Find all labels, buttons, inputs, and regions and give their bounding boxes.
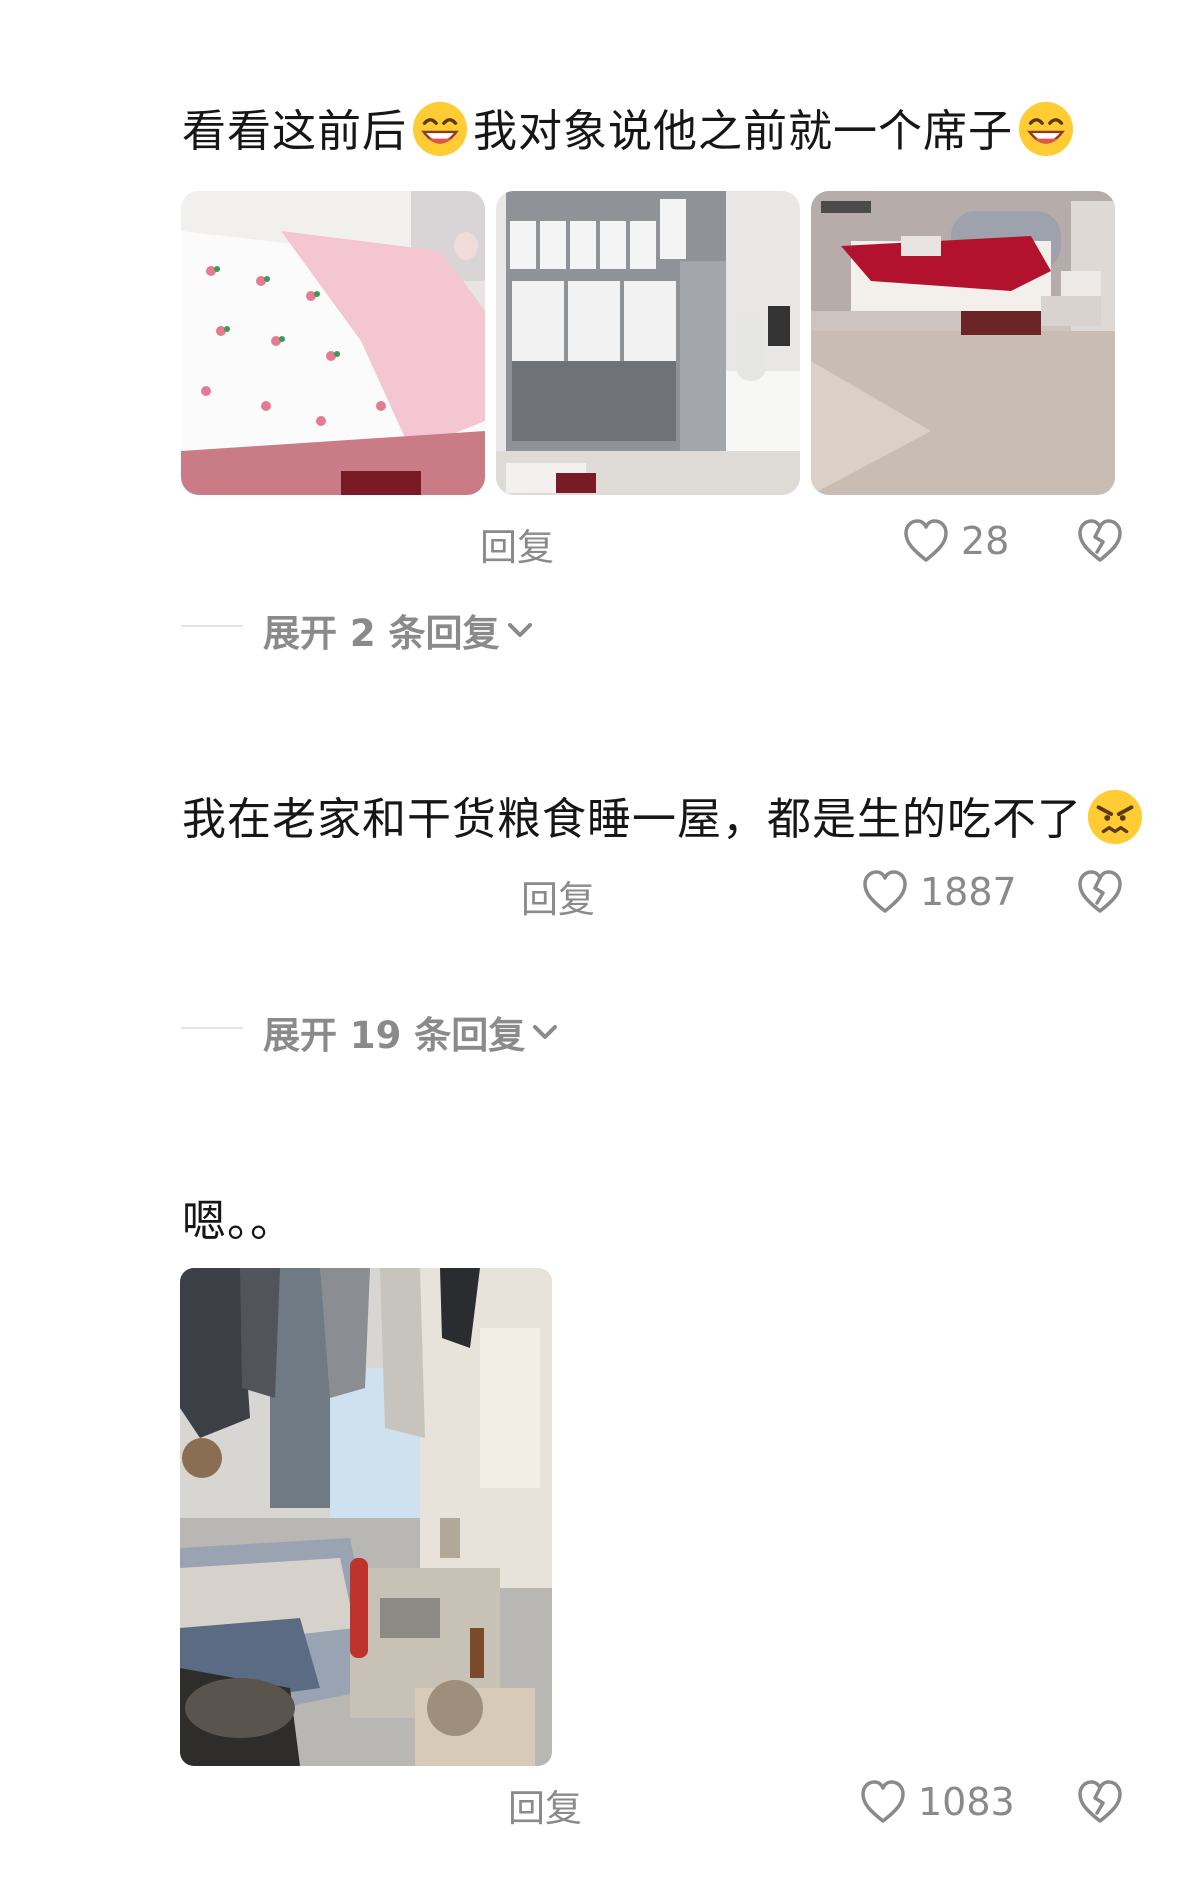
- comment-1-text: 看看这前后 我对象说他之前就一个席子: [182, 100, 1079, 162]
- bedroom-with-red-bedding-photo[interactable]: [811, 191, 1115, 495]
- heart-outline-icon: [861, 1780, 905, 1823]
- chevron-down-icon: [507, 623, 532, 637]
- reply-button[interactable]: 回复: [508, 1778, 582, 1832]
- comment-2-text: 我在老家和干货粮食睡一屋，都是生的吃不了: [182, 788, 1148, 850]
- expand-replies-button[interactable]: 展开 2 条回复: [263, 603, 534, 657]
- expand-replies-button[interactable]: 展开 19 条回复: [263, 1005, 559, 1059]
- comment-1-text-part-1: 看看这前后: [182, 106, 407, 157]
- broken-heart-icon: [1078, 870, 1122, 913]
- reply-button[interactable]: 回复: [521, 869, 595, 923]
- comment-3-text: 嗯。。: [182, 1196, 295, 1247]
- expand-divider: [181, 1027, 243, 1029]
- bed-with-pink-quilt-photo[interactable]: [181, 191, 485, 495]
- like-count: 1887: [920, 870, 1017, 914]
- expand-replies-label: 展开 19 条回复: [263, 1014, 526, 1057]
- broken-heart-icon: [1078, 1780, 1122, 1823]
- dislike-button[interactable]: [1076, 518, 1124, 564]
- broken-heart-icon: [1078, 519, 1122, 562]
- grey-wardrobe-photo[interactable]: [496, 191, 800, 495]
- grinning-sweat-emoji: [412, 101, 468, 157]
- dislike-button[interactable]: [1076, 869, 1124, 915]
- like-count: 1083: [918, 1780, 1015, 1824]
- like-button[interactable]: [859, 1779, 907, 1825]
- chevron-down-icon: [533, 1025, 558, 1039]
- like-count: 28: [961, 519, 1010, 563]
- angry-face-emoji: [1087, 789, 1143, 845]
- heart-outline-icon: [863, 870, 907, 913]
- grinning-sweat-emoji: [1018, 101, 1074, 157]
- like-button[interactable]: [902, 518, 950, 564]
- comment-2-text-body: 我在老家和干货粮食睡一屋，都是生的吃不了: [182, 794, 1082, 845]
- reply-button[interactable]: 回复: [480, 517, 554, 571]
- cramped-room-with-laundry-photo[interactable]: [180, 1268, 552, 1766]
- dislike-button[interactable]: [1076, 1779, 1124, 1825]
- expand-replies-label: 展开 2 条回复: [263, 612, 500, 655]
- like-button[interactable]: [861, 869, 909, 915]
- heart-outline-icon: [904, 519, 948, 562]
- expand-divider: [181, 625, 243, 627]
- comment-1-text-part-2: 我对象说他之前就一个席子: [473, 106, 1013, 157]
